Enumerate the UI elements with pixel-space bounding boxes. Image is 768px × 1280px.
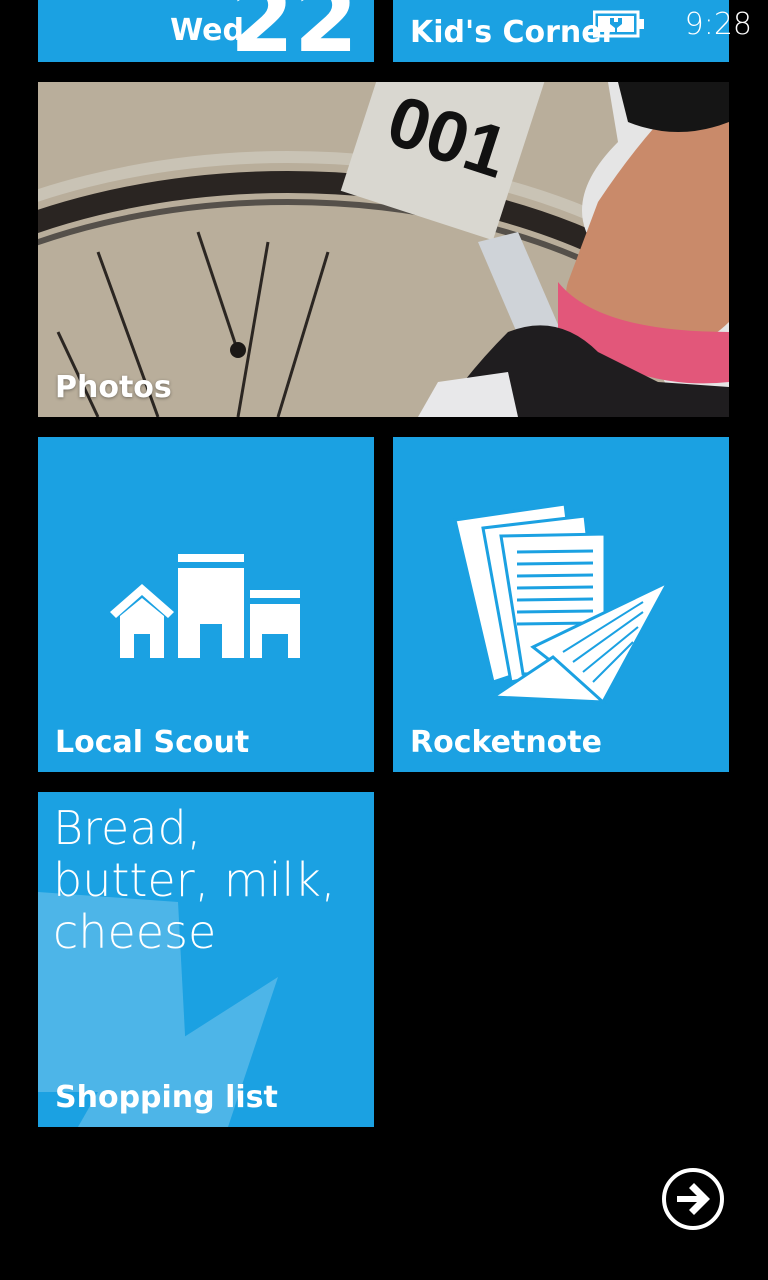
- rocketnote-tile[interactable]: Rocketnote: [393, 437, 729, 772]
- battery-charging-icon: [592, 10, 644, 38]
- photo-image: 001: [38, 82, 729, 417]
- local-scout-tile[interactable]: Local Scout: [38, 437, 374, 772]
- shopping-list-label: Shopping list: [55, 1080, 278, 1115]
- clock: 9:28: [684, 6, 752, 42]
- start-screen: Wed 22 Kid's Corner 9:28 001 Photos Loca…: [0, 0, 768, 1280]
- arrow-right-icon: [677, 1183, 710, 1215]
- shopping-note-text: Bread, butter, milk, cheese: [53, 801, 336, 959]
- houses-icon: [110, 554, 300, 658]
- shopping-list-tile[interactable]: Bread, butter, milk, cheese Shopping lis…: [38, 792, 374, 1127]
- photos-label: Photos: [55, 370, 172, 405]
- calendar-tile[interactable]: Wed 22: [38, 0, 374, 62]
- photos-tile[interactable]: 001 Photos: [38, 82, 729, 417]
- all-apps-button[interactable]: [662, 1168, 724, 1230]
- status-bar: 9:28: [592, 0, 768, 48]
- kids-corner-label: Kid's Corner: [410, 15, 617, 50]
- documents-paper-plane-icon: [453, 502, 672, 705]
- calendar-date: 22: [229, 0, 358, 62]
- local-scout-label: Local Scout: [55, 725, 250, 760]
- rocketnote-label: Rocketnote: [410, 725, 602, 760]
